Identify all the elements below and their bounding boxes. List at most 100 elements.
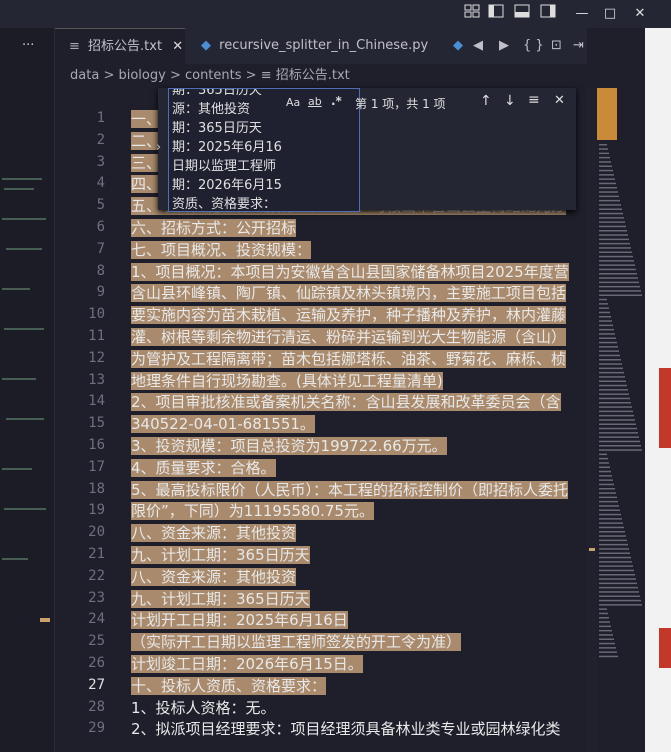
minimap-line	[599, 436, 639, 438]
code-line[interactable]: 含山县环峰镇、陶厂镇、仙踪镇及林头镇境内，主要施工项目包括	[131, 283, 567, 304]
minimap-line	[599, 432, 638, 434]
minimap-line	[599, 479, 613, 481]
whole-word-icon[interactable]: ab	[308, 95, 322, 108]
line-number: 15	[88, 415, 105, 432]
minimap[interactable]	[597, 88, 645, 752]
toggle-replace-icon[interactable]: ›	[156, 140, 168, 155]
minimap-line	[599, 595, 640, 597]
minimap-line	[599, 470, 611, 473]
previous-match-icon[interactable]: ↑	[480, 93, 492, 109]
minimap-line	[599, 161, 611, 163]
code-line[interactable]: 2、项目审批核准或备案机关名称：含山县发展和改革委员会（含	[131, 392, 561, 413]
minimap-line	[599, 311, 610, 314]
code-line[interactable]: 5、最高投标限价（人民币）：本工程的招标控制价（即招标人委托	[131, 480, 569, 501]
line-number: 9	[96, 284, 105, 301]
code-line[interactable]: 1、项目概况：本项目为安徽省含山县国家储备林项目2025年度营	[131, 262, 569, 283]
left-more-icon[interactable]: ···	[22, 38, 34, 53]
code-line[interactable]: 八、资金来源：其他投资	[131, 523, 297, 544]
close-window-icon[interactable]: ✕	[630, 4, 650, 24]
braces-icon[interactable]: { }	[523, 28, 544, 64]
line-number: 23	[88, 589, 105, 606]
code-line[interactable]: 1、投标人资格：无。	[131, 698, 276, 719]
maximize-icon[interactable]: □	[600, 4, 620, 24]
breadcrumb-item[interactable]: data	[70, 68, 99, 83]
code-line[interactable]: 九、计划工期：365日历天	[131, 545, 310, 566]
terminal-icon[interactable]: ⊡	[551, 28, 562, 64]
minimap-line	[599, 466, 610, 468]
code-line[interactable]: 灌、树根等剩余物进行清运、粉碎并运输到光大生物能源（含山）	[131, 327, 567, 348]
panel-left-icon[interactable]	[486, 4, 506, 24]
next-match-icon[interactable]: ↓	[504, 93, 516, 109]
minimap-line	[599, 341, 617, 344]
code-line[interactable]: 七、项目概况、投资规模：	[131, 240, 312, 261]
line-number: 6	[96, 219, 105, 235]
nav-forward-icon[interactable]: ▶	[499, 28, 509, 64]
find-input-line: 日期以监理工程师	[172, 159, 277, 174]
breadcrumb-item[interactable]: contents	[185, 68, 242, 83]
close-find-icon[interactable]: ✕	[554, 93, 565, 108]
code-line[interactable]: 四、	[131, 174, 162, 195]
minimap-line	[599, 363, 622, 365]
editor-scrollbar[interactable]	[587, 88, 597, 752]
find-in-selection-icon[interactable]: ≡	[528, 92, 540, 108]
minimap-line	[599, 642, 615, 645]
regex-icon[interactable]: .*	[331, 94, 342, 108]
minimap-line	[599, 427, 637, 430]
minimap-line	[599, 156, 610, 159]
tab-recursive-splitter[interactable]: ◆ recursive_splitter_in_Chinese.py	[201, 28, 428, 64]
code-line[interactable]: 地理条件自行现场勘查。(具体详见工程量清单)	[131, 371, 443, 392]
code-line[interactable]: 要实施内容为苗木栽植、运输及养护，种子播种及养护，林内灌藤	[131, 305, 567, 326]
line-number: 18	[88, 480, 105, 497]
minimap-line	[599, 255, 633, 258]
code-line[interactable]: 一、	[131, 109, 162, 130]
line-number: 22	[88, 567, 105, 584]
minimap-line	[599, 586, 638, 589]
layout-icon[interactable]	[462, 4, 482, 24]
code-line[interactable]: 340522-04-01-681551。	[131, 414, 315, 435]
tab-zhaobiao[interactable]: ≡ 招标公告.txt ✕	[55, 28, 185, 65]
code-line[interactable]: 十、投标人资质、资格要求：	[131, 676, 327, 697]
indent-icon[interactable]: ⇥	[573, 28, 584, 64]
minimap-line	[599, 294, 642, 296]
minimap-line	[599, 552, 630, 554]
code-line[interactable]: 三、	[131, 153, 162, 174]
minimap-line	[599, 561, 632, 563]
code-line-text: （实际开工日期以监理工程师签发的开工令为准）	[131, 633, 462, 652]
match-case-icon[interactable]: Aa	[286, 96, 300, 109]
minimap-line	[599, 651, 617, 653]
minimap-line	[599, 285, 640, 288]
minimap-line	[599, 509, 620, 511]
code-line[interactable]: 计划开工日期：2025年6月16日	[131, 610, 348, 631]
code-line[interactable]: 计划竣工日期：2026年6月15日。	[131, 654, 363, 675]
minimap-line	[599, 647, 616, 649]
python-file-icon: ◆	[201, 38, 211, 53]
minimap-line	[599, 277, 638, 279]
code-line[interactable]: 限价”，下同）为11195580.75元。	[131, 501, 374, 522]
code-line[interactable]: 4、质量要求：合格。	[131, 458, 276, 479]
minimap-line	[599, 535, 626, 537]
python-file-icon[interactable]: ◆	[453, 28, 463, 64]
find-input-line: 资质、资格要求：	[172, 197, 277, 212]
minimap-line	[599, 419, 635, 421]
code-line[interactable]: （实际开工日期以监理工程师签发的开工令为准）	[131, 632, 462, 653]
code-line-text: 5、最高投标限价（人民币）：本工程的招标控制价（即招标人委托	[131, 480, 569, 499]
minimap-line	[599, 367, 623, 370]
code-line[interactable]: 为管护及工程隔离带；苗木包括娜塔栎、油茶、野菊花、麻栎、桢	[131, 349, 567, 370]
close-tab-icon[interactable]: ✕	[172, 39, 183, 54]
code-line[interactable]: 2、拟派项目经理要求：项目经理须具备林业类专业或园林绿化类	[131, 719, 561, 740]
minimap-line	[599, 273, 637, 275]
panel-right-icon[interactable]	[538, 4, 558, 24]
code-line[interactable]: 六、招标方式：公开招标	[131, 218, 297, 239]
breadcrumb-item[interactable]: biology	[118, 68, 165, 83]
minimap-line	[599, 225, 626, 228]
code-line[interactable]: 3、投资规模：项目总投资为199722.66万元。	[131, 436, 447, 457]
nav-back-icon[interactable]: ◀	[473, 28, 483, 64]
code-line[interactable]: 八、资金来源：其他投资	[131, 567, 297, 588]
code-line[interactable]: 九、计划工期：365日历天	[131, 589, 310, 610]
find-input-line: 期：2025年6月16	[172, 140, 282, 155]
find-input-line: 期：2026年6月15	[172, 178, 282, 193]
panel-bottom-icon[interactable]	[512, 4, 532, 24]
breadcrumb-item[interactable]: 招标公告.txt	[276, 68, 350, 83]
minimize-icon[interactable]: —	[572, 4, 592, 24]
line-number: 27	[88, 676, 105, 693]
